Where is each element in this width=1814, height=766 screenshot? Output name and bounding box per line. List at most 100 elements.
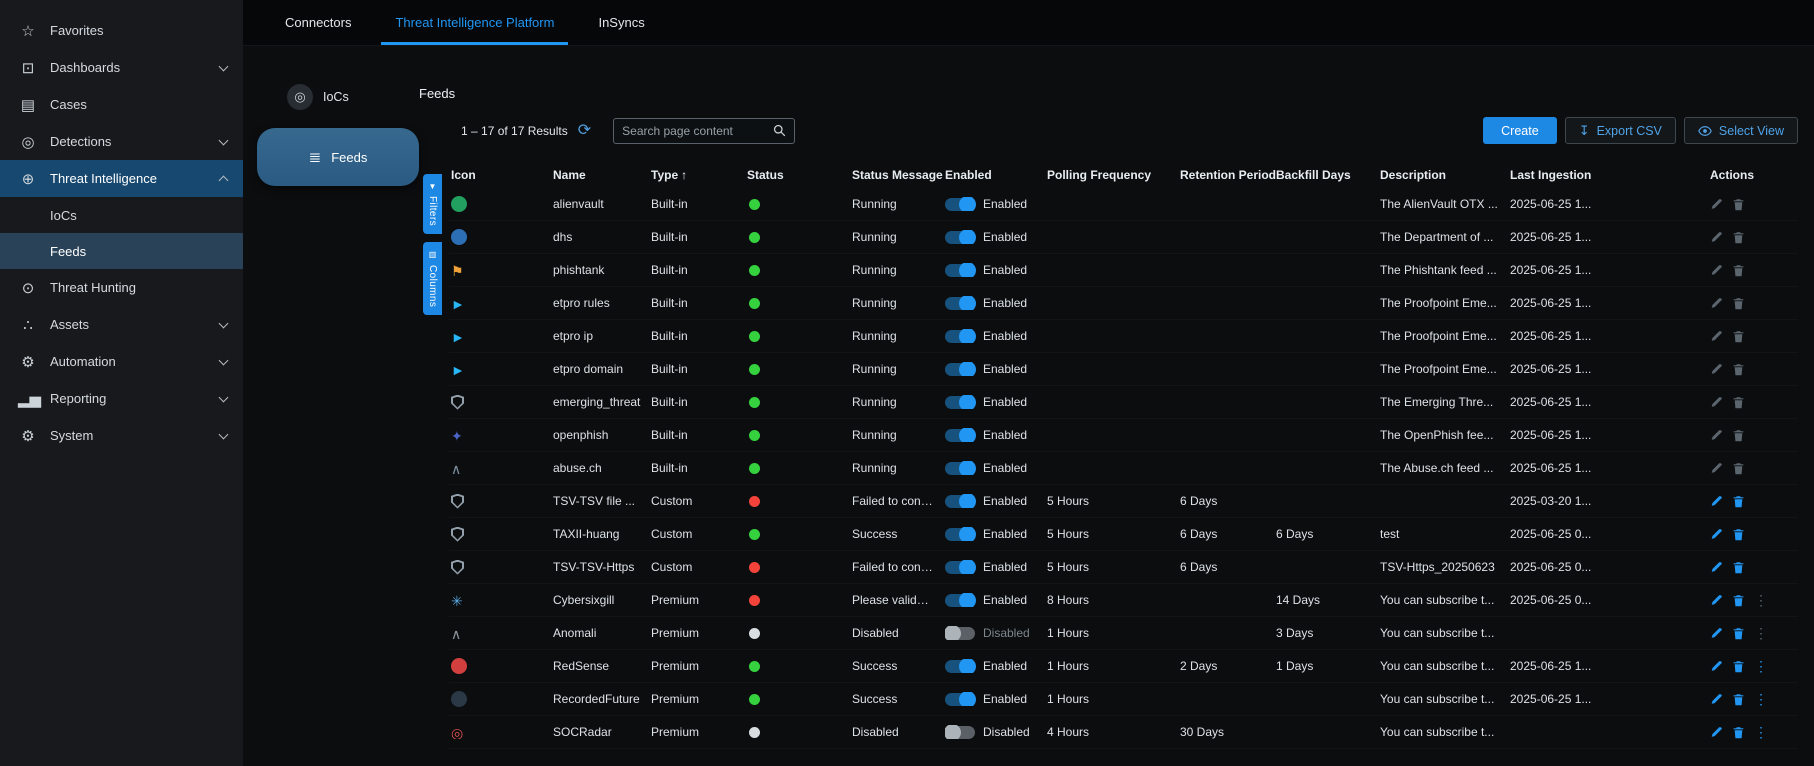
edit-icon[interactable] bbox=[1710, 462, 1723, 475]
sidebar-item-reporting[interactable]: ▂▅ Reporting bbox=[0, 380, 243, 417]
column-header-enabled[interactable]: Enabled bbox=[945, 168, 1047, 182]
edit-icon[interactable] bbox=[1710, 396, 1723, 409]
edit-icon[interactable] bbox=[1710, 495, 1723, 508]
delete-icon[interactable] bbox=[1732, 297, 1745, 310]
edit-icon[interactable] bbox=[1710, 198, 1723, 211]
sidebar-subitem-iocs[interactable]: IoCs bbox=[0, 197, 243, 233]
delete-icon[interactable] bbox=[1732, 726, 1745, 739]
cell-name: TSV-TSV-Https bbox=[553, 560, 651, 574]
edit-icon[interactable] bbox=[1710, 594, 1723, 607]
delete-icon[interactable] bbox=[1732, 231, 1745, 244]
delete-icon[interactable] bbox=[1732, 660, 1745, 673]
subnav-iocs[interactable]: ◎ IoCs bbox=[287, 84, 419, 110]
column-header-retention-period[interactable]: Retention Period bbox=[1180, 168, 1276, 182]
column-header-icon[interactable]: Icon bbox=[449, 168, 553, 182]
edit-icon[interactable] bbox=[1710, 693, 1723, 706]
delete-icon[interactable] bbox=[1732, 198, 1745, 211]
refresh-icon[interactable]: ⟳ bbox=[578, 123, 591, 139]
column-header-last-ingestion[interactable]: Last Ingestion bbox=[1510, 168, 1710, 182]
enabled-toggle[interactable] bbox=[945, 627, 975, 640]
enabled-toggle[interactable] bbox=[945, 231, 975, 244]
edit-icon[interactable] bbox=[1710, 297, 1723, 310]
enabled-toggle[interactable] bbox=[945, 693, 975, 706]
more-actions-icon[interactable]: ⋮ bbox=[1754, 626, 1768, 640]
search-input[interactable] bbox=[622, 124, 773, 138]
sidebar-item-assets[interactable]: ∴ Assets bbox=[0, 306, 243, 343]
sidebar-item-threat-hunting[interactable]: ⊙ Threat Hunting bbox=[0, 269, 243, 306]
column-header-status[interactable]: Status bbox=[747, 168, 852, 182]
more-actions-icon[interactable]: ⋮ bbox=[1754, 725, 1768, 739]
sidebar-item-detections[interactable]: ◎ Detections bbox=[0, 123, 243, 160]
edit-icon[interactable] bbox=[1710, 561, 1723, 574]
tab-connectors[interactable]: Connectors bbox=[263, 0, 373, 45]
delete-icon[interactable] bbox=[1732, 330, 1745, 343]
enabled-toggle[interactable] bbox=[945, 297, 975, 310]
sidebar-item-cases[interactable]: ▤ Cases bbox=[0, 86, 243, 123]
column-header-polling-frequency[interactable]: Polling Frequency bbox=[1047, 168, 1180, 182]
enabled-toggle[interactable] bbox=[945, 429, 975, 442]
enabled-toggle[interactable] bbox=[945, 495, 975, 508]
more-actions-icon[interactable]: ⋮ bbox=[1754, 659, 1768, 673]
enabled-toggle[interactable] bbox=[945, 660, 975, 673]
enabled-toggle[interactable] bbox=[945, 198, 975, 211]
edit-icon[interactable] bbox=[1710, 726, 1723, 739]
filters-tab[interactable]: ▼ Filters bbox=[423, 174, 442, 234]
enabled-toggle[interactable] bbox=[945, 264, 975, 277]
column-header-type[interactable]: Type↑ bbox=[651, 168, 747, 182]
cell-enabled: Enabled bbox=[945, 593, 1047, 607]
delete-icon[interactable] bbox=[1732, 396, 1745, 409]
sidebar-item-dashboards[interactable]: ⊡ Dashboards bbox=[0, 49, 243, 86]
sidebar-item-system[interactable]: ⚙ System bbox=[0, 417, 243, 454]
delete-icon[interactable] bbox=[1732, 264, 1745, 277]
delete-icon[interactable] bbox=[1732, 561, 1745, 574]
delete-icon[interactable] bbox=[1732, 528, 1745, 541]
edit-icon[interactable] bbox=[1710, 264, 1723, 277]
enabled-toggle[interactable] bbox=[945, 462, 975, 475]
feeds-table: IconNameType↑StatusStatus MessageEnabled… bbox=[449, 162, 1798, 749]
edit-icon[interactable] bbox=[1710, 627, 1723, 640]
sidebar-item-favorites[interactable]: ☆ Favorites bbox=[0, 12, 243, 49]
edit-icon[interactable] bbox=[1710, 660, 1723, 673]
export-csv-button[interactable]: ↧ Export CSV bbox=[1565, 117, 1676, 144]
iocs-icon: ◎ bbox=[287, 84, 313, 110]
enabled-toggle[interactable] bbox=[945, 396, 975, 409]
create-button[interactable]: Create bbox=[1483, 117, 1557, 144]
tab-threat-intelligence-platform[interactable]: Threat Intelligence Platform bbox=[373, 0, 576, 45]
enabled-toggle[interactable] bbox=[945, 528, 975, 541]
sidebar-item-threat-intelligence[interactable]: ⊕ Threat Intelligence bbox=[0, 160, 243, 197]
subnav-feeds[interactable]: ≣ Feeds bbox=[257, 128, 419, 186]
edit-icon[interactable] bbox=[1710, 231, 1723, 244]
tab-insyncs[interactable]: InSyncs bbox=[576, 0, 666, 45]
toggle-knob bbox=[959, 362, 976, 376]
delete-icon[interactable] bbox=[1732, 495, 1745, 508]
edit-icon[interactable] bbox=[1710, 330, 1723, 343]
edit-icon[interactable] bbox=[1710, 363, 1723, 376]
enabled-toggle[interactable] bbox=[945, 363, 975, 376]
enabled-toggle[interactable] bbox=[945, 561, 975, 574]
edit-icon[interactable] bbox=[1710, 528, 1723, 541]
column-header-description[interactable]: Description bbox=[1380, 168, 1510, 182]
more-actions-icon[interactable]: ⋮ bbox=[1754, 593, 1768, 607]
enabled-toggle[interactable] bbox=[945, 594, 975, 607]
delete-icon[interactable] bbox=[1732, 462, 1745, 475]
more-actions-icon[interactable]: ⋮ bbox=[1754, 692, 1768, 706]
select-view-button[interactable]: Select View bbox=[1684, 117, 1798, 144]
toggle-knob bbox=[959, 461, 976, 475]
delete-icon[interactable] bbox=[1732, 693, 1745, 706]
table-row: TSV-TSV-Https Custom Failed to conn... E… bbox=[449, 551, 1798, 584]
sidebar-item-automation[interactable]: ⚙ Automation bbox=[0, 343, 243, 380]
edit-icon[interactable] bbox=[1710, 429, 1723, 442]
column-header-name[interactable]: Name bbox=[553, 168, 651, 182]
delete-icon[interactable] bbox=[1732, 429, 1745, 442]
delete-icon[interactable] bbox=[1732, 363, 1745, 376]
column-header-status-message[interactable]: Status Message bbox=[852, 168, 945, 182]
column-header-backfill-days[interactable]: Backfill Days bbox=[1276, 168, 1380, 182]
sidebar-subitem-feeds[interactable]: Feeds bbox=[0, 233, 243, 269]
status-dot bbox=[749, 232, 760, 243]
enabled-toggle[interactable] bbox=[945, 330, 975, 343]
delete-icon[interactable] bbox=[1732, 594, 1745, 607]
column-header-actions[interactable]: Actions bbox=[1710, 168, 1798, 182]
delete-icon[interactable] bbox=[1732, 627, 1745, 640]
columns-tab[interactable]: ▥ Columns bbox=[423, 242, 442, 315]
enabled-toggle[interactable] bbox=[945, 726, 975, 739]
